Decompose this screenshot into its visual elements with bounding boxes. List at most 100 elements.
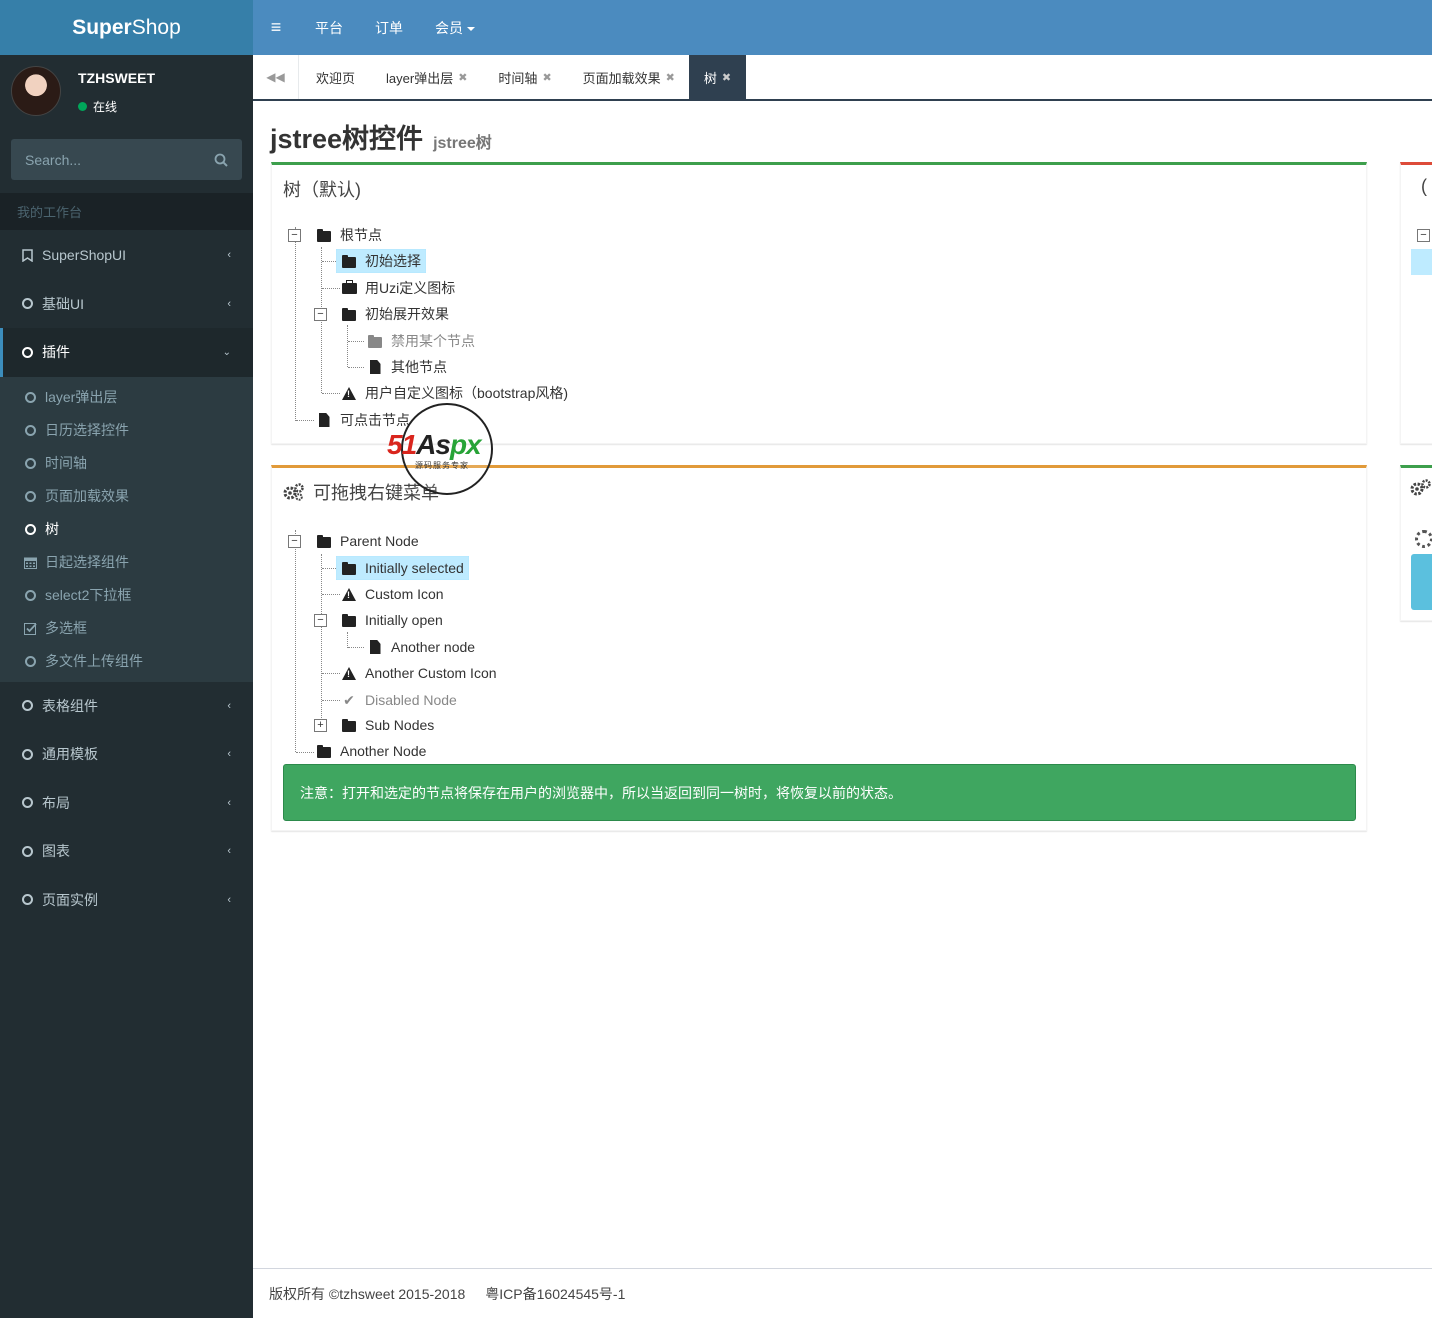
sidebar-item-table-components[interactable]: 表格组件 ‹ <box>0 682 253 731</box>
close-icon[interactable]: ✖ <box>458 71 467 84</box>
submenu-item-calendar[interactable]: 日历选择控件 <box>0 414 253 447</box>
info-button-partial[interactable] <box>1411 554 1432 610</box>
tree-node-selected[interactable]: Initially selected <box>336 556 469 580</box>
submenu-item-select2[interactable]: select2下拉框 <box>0 579 253 612</box>
footer-icp[interactable]: 粤ICP备16024545号-1 <box>485 1284 625 1304</box>
menu-toggle-icon[interactable]: ≡ <box>253 17 299 38</box>
tab-timeline[interactable]: 时间轴 ✖ <box>481 55 565 99</box>
sidebar-item-label: 通用模板 <box>42 746 98 763</box>
watermark-green: px <box>449 429 482 460</box>
close-icon[interactable]: ✖ <box>722 71 731 84</box>
folder-icon <box>341 717 357 733</box>
sidebar-item-basic-ui[interactable]: 基础UI ‹ <box>0 280 253 329</box>
submenu-item-timeline[interactable]: 时间轴 <box>0 447 253 480</box>
tree-node[interactable]: Custom Icon <box>341 582 444 606</box>
close-icon[interactable]: ✖ <box>666 71 675 84</box>
submenu-item-label: 多文件上传组件 <box>45 653 143 669</box>
submenu-item-date-picker[interactable]: 日起选择组件 <box>0 546 253 579</box>
tree-node[interactable]: Another Node <box>316 739 426 763</box>
nav-link-orders[interactable]: 订单 <box>359 18 419 38</box>
folder-icon <box>367 333 383 349</box>
watermark-red: 51 <box>387 429 417 460</box>
sidebar-item-layout[interactable]: 布局 ‹ <box>0 779 253 828</box>
briefcase-icon <box>341 279 357 296</box>
tree-node-label: Initially open <box>365 612 443 628</box>
sidebar-item-label: 页面实例 <box>42 891 98 908</box>
search-icon[interactable] <box>214 153 228 167</box>
tree-node[interactable]: Parent Node <box>316 529 419 553</box>
collapse-toggle-icon[interactable]: − <box>314 614 327 627</box>
sidebar-item-plugins[interactable]: 插件 ⌄ <box>0 328 253 377</box>
tree-node-label: 用户自定义图标（bootstrap风格) <box>365 385 569 401</box>
tree-node[interactable]: Another Custom Icon <box>341 661 497 685</box>
submenu-item-page-loading[interactable]: 页面加载效果 <box>0 480 253 513</box>
expand-toggle-icon[interactable]: + <box>314 719 327 732</box>
brand-logo[interactable]: Super Shop <box>0 0 253 55</box>
avatar <box>11 66 61 116</box>
footer-copyright: 版权所有 ©tzhsweet 2015-2018 <box>269 1285 466 1302</box>
gears-icon <box>1410 479 1431 496</box>
warning-icon <box>341 385 357 401</box>
chevron-left-icon: ‹ <box>227 249 231 262</box>
collapse-toggle-icon[interactable]: − <box>1417 229 1430 242</box>
tree-node[interactable]: Initially open <box>341 608 443 632</box>
sidebar-item-page-examples[interactable]: 页面实例 ‹ <box>0 876 253 925</box>
circle-icon <box>23 391 37 403</box>
sidebar-menu: SuperShopUI ‹ 基础UI ‹ 插件 ⌄ layer弹出层 日历选择控… <box>0 231 253 924</box>
folder-icon <box>316 743 332 759</box>
tab-bar: ◀◀ 欢迎页 layer弹出层 ✖ 时间轴 ✖ 页面加载效果 ✖ 树 ✖ <box>253 55 1432 101</box>
nav-link-members[interactable]: 会员 <box>419 18 491 38</box>
selected-node-highlight[interactable] <box>1411 249 1432 275</box>
folder-icon <box>341 560 357 576</box>
tab-welcome[interactable]: 欢迎页 <box>299 55 369 99</box>
submenu-item-label: 日起选择组件 <box>45 554 129 570</box>
collapse-toggle-icon[interactable]: − <box>288 229 301 242</box>
user-panel: TZHSWEET 在线 <box>0 55 253 139</box>
chevron-down-icon: ⌄ <box>222 346 231 358</box>
tab-page-loading[interactable]: 页面加载效果 ✖ <box>566 55 689 99</box>
tree-node[interactable]: 根节点 <box>316 223 382 247</box>
tree-node-disabled: 禁用某个节点 <box>367 329 475 353</box>
sidebar-item-charts[interactable]: 图表 ‹ <box>0 827 253 876</box>
sidebar-item-label: 插件 <box>42 344 70 361</box>
tab-scroll-left-icon[interactable]: ◀◀ <box>253 55 299 99</box>
box-title-fragment <box>1410 479 1432 497</box>
sidebar-item-label: 表格组件 <box>42 697 98 714</box>
page-title: jstree树控件 jstree树 <box>270 117 492 156</box>
tab-tree[interactable]: 树 ✖ <box>688 55 747 99</box>
tree-node[interactable]: Another node <box>367 635 475 659</box>
tab-layer[interactable]: layer弹出层 ✖ <box>369 55 481 99</box>
submenu-item-layer[interactable]: layer弹出层 <box>0 381 253 414</box>
nav-link-platform[interactable]: 平台 <box>299 18 359 38</box>
circle-icon <box>20 346 34 358</box>
sidebar: SuperShop TZHSWEET 在线 我的工作台 SuperShopUI … <box>0 0 253 1318</box>
tree-node[interactable]: Sub Nodes <box>341 713 434 737</box>
watermark-black: As <box>416 429 451 460</box>
tree-node-disabled: ✔ Disabled Node <box>341 688 457 712</box>
collapse-toggle-icon[interactable]: − <box>314 308 327 321</box>
search-input[interactable] <box>25 151 195 168</box>
chevron-left-icon: ‹ <box>227 699 231 712</box>
tree-node[interactable]: 初始展开效果 <box>341 302 449 326</box>
chevron-left-icon: ‹ <box>227 297 231 310</box>
sidebar-item-templates[interactable]: 通用模板 ‹ <box>0 730 253 779</box>
tree-node-selected[interactable]: 初始选择 <box>336 249 426 273</box>
close-icon[interactable]: ✖ <box>542 71 551 84</box>
submenu-item-label: 时间轴 <box>45 455 87 471</box>
warning-icon <box>341 586 357 602</box>
collapse-toggle-icon[interactable]: − <box>288 535 301 548</box>
caret-down-icon <box>467 26 475 31</box>
submenu-item-checkbox[interactable]: 多选框 <box>0 612 253 645</box>
submenu-item-tree[interactable]: 树 <box>0 513 253 546</box>
tree-node-label: 用Uzi定义图标 <box>365 280 456 296</box>
submenu-item-label: 页面加载效果 <box>45 488 129 504</box>
circle-icon <box>20 845 34 857</box>
tree-node-label: 其他节点 <box>391 359 447 375</box>
online-dot-icon <box>78 102 87 111</box>
tree-node[interactable]: 用Uzi定义图标 <box>341 276 455 300</box>
tree-node[interactable]: 其他节点 <box>367 355 447 379</box>
sidebar-item-supershopui[interactable]: SuperShopUI ‹ <box>0 231 253 280</box>
submenu-item-upload[interactable]: 多文件上传组件 <box>0 645 253 678</box>
circle-icon <box>20 748 34 760</box>
tree-node[interactable]: 用户自定义图标（bootstrap风格) <box>341 381 568 405</box>
